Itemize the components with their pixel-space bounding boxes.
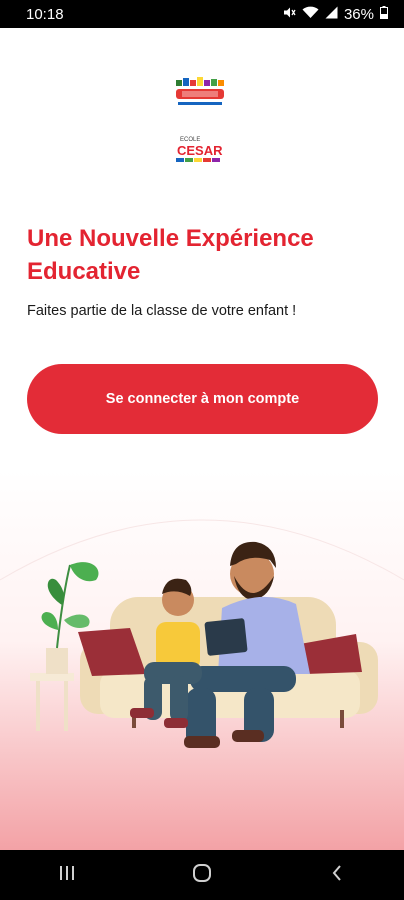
logo-cesar-text: CESAR <box>177 143 223 158</box>
recents-button[interactable] <box>37 850 97 900</box>
home-button[interactable] <box>172 850 232 900</box>
arabic-school-logo <box>174 74 226 108</box>
wifi-icon <box>302 6 319 23</box>
ecole-cesar-logo: ECOLE CESAR <box>174 134 228 164</box>
signal-icon <box>325 6 338 23</box>
battery-percent: 36% <box>343 5 374 23</box>
status-icons: 36% <box>283 5 388 23</box>
page-title: Une Nouvelle Expérience Educative <box>27 225 314 285</box>
back-icon <box>330 864 344 887</box>
battery-icon <box>380 5 388 23</box>
mute-icon <box>283 6 296 23</box>
login-button[interactable]: Se connecter à mon compte <box>27 364 378 434</box>
status-time: 10:18 <box>26 5 64 23</box>
family-illustration <box>0 470 404 850</box>
navigation-bar <box>0 850 404 900</box>
status-bar: 10:18 36% <box>0 0 404 28</box>
recents-icon <box>58 865 76 886</box>
home-icon <box>192 863 212 888</box>
back-button[interactable] <box>307 850 367 900</box>
page-subtitle: Faites partie de la classe de votre enfa… <box>27 303 297 319</box>
